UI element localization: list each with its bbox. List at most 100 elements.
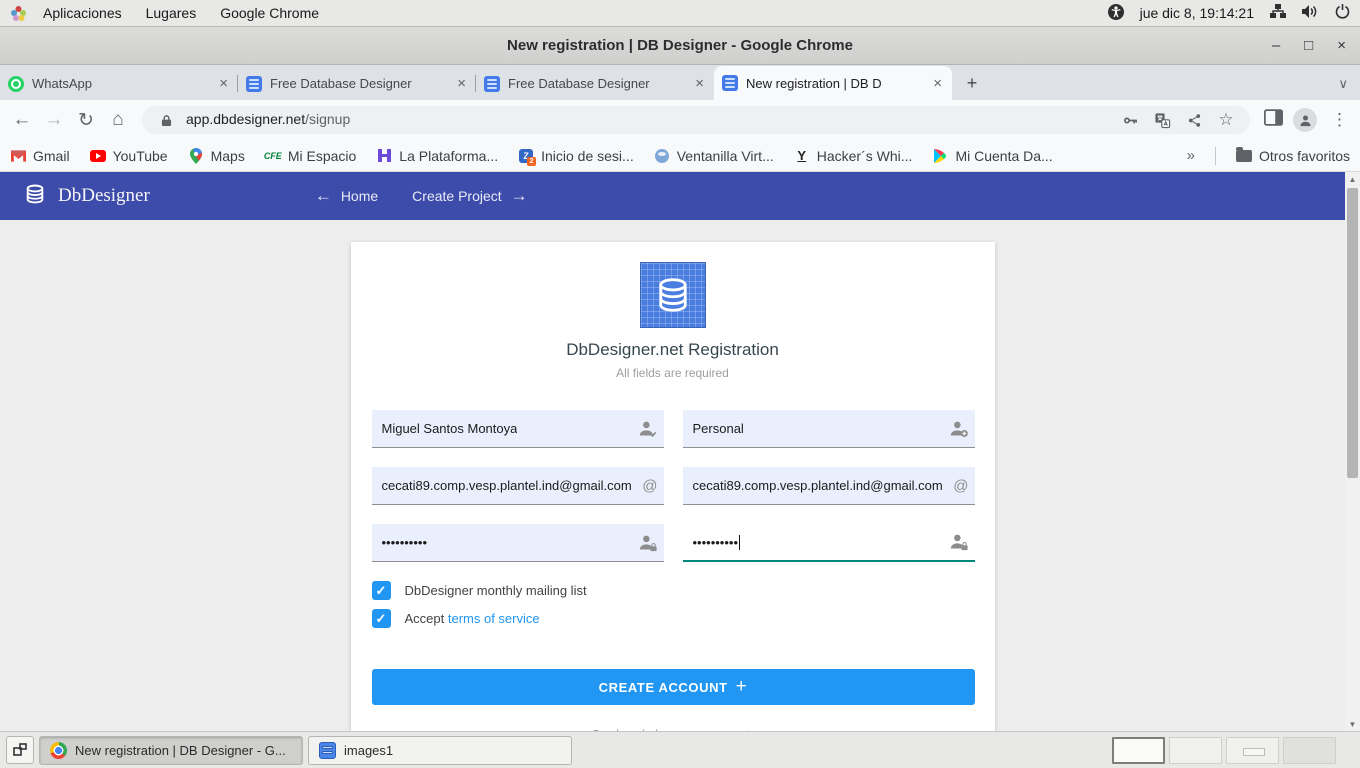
back-arrow-icon: ←: [315, 186, 332, 206]
folder-icon: [1236, 148, 1252, 164]
bookmark-star-icon[interactable]: ☆: [1214, 110, 1238, 130]
window-title: New registration | DB Designer - Google …: [507, 37, 853, 54]
plus-icon: +: [736, 676, 748, 698]
bookmark-ventanilla-virtual[interactable]: Ventanilla Virt...: [654, 148, 774, 164]
dbdesigner-favicon: [484, 76, 500, 92]
panel-clock[interactable]: jue dic 8, 19:14:21: [1140, 5, 1254, 21]
nav-home-link[interactable]: ← Home: [315, 186, 378, 206]
share-icon[interactable]: [1182, 113, 1206, 128]
reload-button[interactable]: ↻: [72, 109, 100, 132]
menu-google-chrome[interactable]: Google Chrome: [220, 5, 319, 21]
bookmark-hackers-whiteboard[interactable]: Y Hacker´s Whi...: [794, 148, 913, 164]
account-type-field[interactable]: Personal: [683, 410, 975, 448]
url-path: /signup: [305, 111, 350, 127]
menu-lugares[interactable]: Lugares: [146, 5, 197, 21]
bookmarks-divider: [1215, 147, 1216, 165]
taskbar: New registration | DB Designer - G... im…: [0, 731, 1360, 768]
bookmarks-overflow-icon[interactable]: »: [1187, 147, 1195, 164]
network-icon[interactable]: [1270, 4, 1286, 22]
tab-close-icon[interactable]: ×: [931, 75, 944, 92]
create-account-button[interactable]: CREATE ACCOUNT +: [372, 669, 975, 705]
email-confirm-field[interactable]: cecati89.comp.vesp.plantel.ind@gmail.com…: [683, 467, 975, 505]
terms-of-service-link[interactable]: terms of service: [448, 611, 540, 626]
ventanilla-icon: [654, 148, 670, 164]
other-bookmarks-folder[interactable]: Otros favoritos: [1236, 148, 1350, 164]
close-button[interactable]: ×: [1337, 38, 1346, 53]
mailing-list-label: DbDesigner monthly mailing list: [405, 583, 587, 598]
menu-aplicaciones[interactable]: Aplicaciones: [43, 5, 122, 21]
tab-new-registration[interactable]: New registration | DB D ×: [714, 66, 952, 100]
toolbar-right-controls: ⋮: [1260, 108, 1352, 132]
forward-button[interactable]: →: [40, 109, 68, 131]
terms-checkbox[interactable]: ✓: [372, 609, 391, 628]
site-nav-links: ← Home Create Project →: [315, 186, 528, 206]
bookmark-maps[interactable]: Maps: [188, 148, 245, 164]
workspace-3[interactable]: [1226, 737, 1279, 764]
lock-icon[interactable]: [154, 114, 178, 127]
password-key-icon[interactable]: [1118, 112, 1142, 129]
mailing-list-row: ✓ DbDesigner monthly mailing list: [372, 581, 995, 600]
registration-title: DbDesigner.net Registration: [351, 340, 995, 360]
task-images1[interactable]: images1: [308, 736, 572, 765]
chrome-icon: [50, 742, 67, 759]
translate-icon[interactable]: [1150, 112, 1174, 129]
workspace-2[interactable]: [1169, 737, 1222, 764]
tab-search-chevron-icon[interactable]: ∨: [1338, 76, 1348, 92]
email-field[interactable]: cecati89.comp.vesp.plantel.ind@gmail.com…: [372, 467, 664, 505]
browser-toolbar: ← → ↻ ⌂ app.dbdesigner.net/signup ☆: [0, 100, 1360, 140]
page-scrollbar[interactable]: ▲ ▼: [1345, 172, 1360, 731]
task-chrome-window[interactable]: New registration | DB Designer - G...: [39, 736, 303, 765]
password-field[interactable]: ••••••••••: [372, 524, 664, 562]
mailing-list-checkbox[interactable]: ✓: [372, 581, 391, 600]
side-panel-icon[interactable]: [1264, 109, 1283, 131]
workspace-switcher: [1112, 737, 1336, 764]
tab-close-icon[interactable]: ×: [693, 75, 706, 92]
tab-close-icon[interactable]: ×: [217, 75, 230, 92]
site-brand[interactable]: DbDesigner: [24, 183, 150, 210]
scroll-up-icon[interactable]: ▲: [1345, 172, 1360, 186]
bookmarks-bar: Gmail YouTube Maps CFE Mi Espacio La Pla…: [0, 140, 1360, 172]
play-triangle-icon: [932, 148, 948, 164]
profile-avatar[interactable]: [1293, 108, 1317, 132]
bookmark-inicio-de-sesion[interactable]: Z2 Inicio de sesi...: [518, 148, 634, 164]
applications-menu-icon: [10, 5, 27, 22]
tab-whatsapp[interactable]: WhatsApp ×: [0, 67, 238, 100]
tab-free-database-designer-2[interactable]: Free Database Designer ×: [476, 67, 714, 100]
workspace-4[interactable]: [1283, 737, 1336, 764]
full-name-field[interactable]: Miguel Santos Montoya: [372, 410, 664, 448]
password-confirm-field[interactable]: ••••••••••: [683, 524, 975, 562]
registration-subtitle: All fields are required: [351, 366, 995, 380]
new-tab-button[interactable]: +: [958, 69, 986, 97]
registration-form: Miguel Santos Montoya Personal cecati89.…: [372, 410, 995, 562]
address-bar[interactable]: app.dbdesigner.net/signup ☆: [142, 106, 1250, 134]
nav-create-project-link[interactable]: Create Project →: [412, 186, 527, 206]
back-button[interactable]: ←: [8, 109, 36, 131]
person-check-icon: [638, 420, 658, 438]
tab-close-icon[interactable]: ×: [455, 75, 468, 92]
workspace-1[interactable]: [1112, 737, 1165, 764]
scrollbar-thumb[interactable]: [1347, 188, 1358, 478]
home-button[interactable]: ⌂: [104, 109, 132, 131]
bookmark-mi-cuenta[interactable]: Mi Cuenta Da...: [932, 148, 1052, 164]
minimize-button[interactable]: –: [1272, 38, 1280, 53]
chrome-menu-icon[interactable]: ⋮: [1327, 110, 1352, 130]
terms-label: Accept terms of service: [405, 611, 540, 626]
person-add-icon: [949, 420, 969, 438]
person-lock-icon: [638, 534, 658, 552]
scroll-down-icon[interactable]: ▼: [1345, 717, 1360, 731]
bookmark-la-plataforma[interactable]: La Plataforma...: [376, 148, 498, 164]
hacker-y-icon: Y: [794, 148, 810, 164]
at-icon: @: [953, 477, 968, 494]
window-titlebar[interactable]: New registration | DB Designer - Google …: [0, 27, 1360, 65]
window-list-button[interactable]: [6, 736, 34, 764]
bookmark-mi-espacio[interactable]: CFE Mi Espacio: [265, 148, 356, 164]
maximize-button[interactable]: □: [1304, 38, 1313, 53]
registration-card: DbDesigner.net Registration All fields a…: [351, 242, 995, 731]
volume-icon[interactable]: [1302, 4, 1319, 22]
bookmark-gmail[interactable]: Gmail: [10, 148, 70, 164]
youtube-icon: [90, 148, 106, 164]
accessibility-icon[interactable]: [1108, 4, 1124, 23]
power-icon[interactable]: [1335, 4, 1350, 22]
tab-free-database-designer-1[interactable]: Free Database Designer ×: [238, 67, 476, 100]
bookmark-youtube[interactable]: YouTube: [90, 148, 168, 164]
